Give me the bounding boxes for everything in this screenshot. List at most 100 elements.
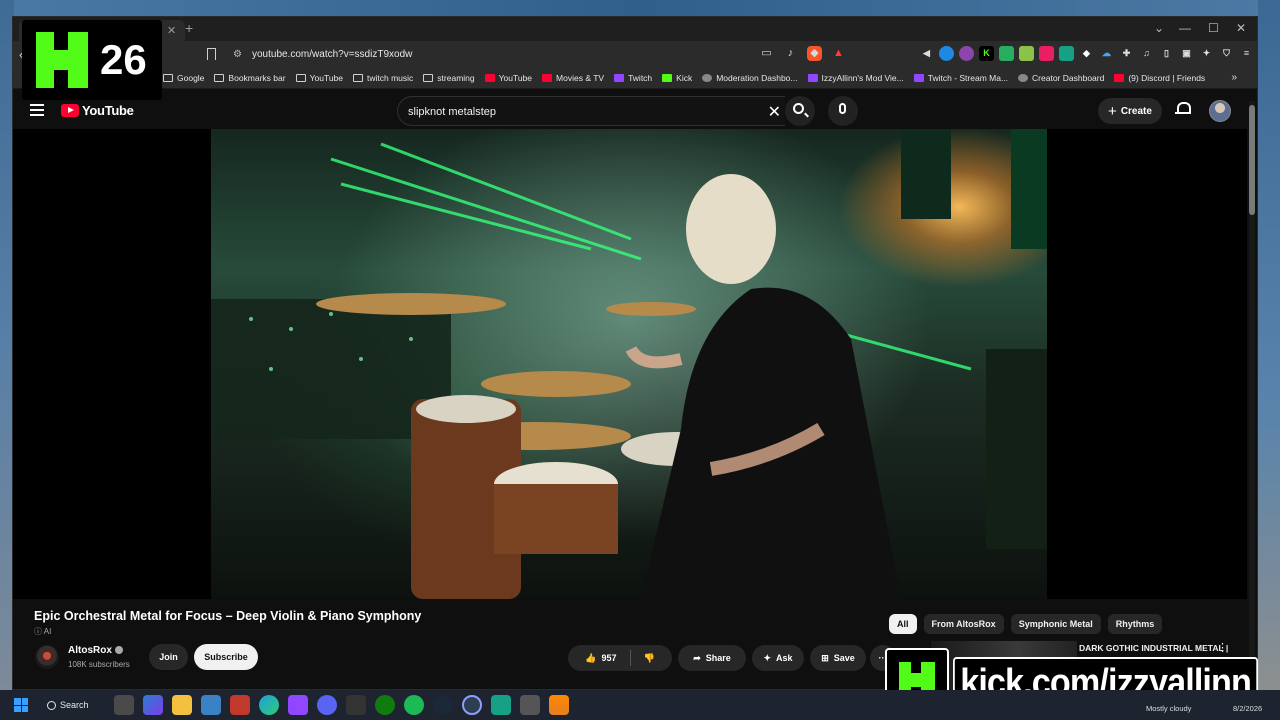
vlc-icon[interactable] bbox=[549, 695, 569, 715]
extension-pink-icon[interactable] bbox=[1039, 46, 1054, 61]
kick-extension-icon[interactable]: K bbox=[979, 46, 994, 61]
voice-search-button[interactable] bbox=[828, 96, 858, 126]
install-app-icon[interactable]: ▭ bbox=[759, 46, 774, 61]
notifications-bell-icon[interactable] bbox=[1175, 101, 1191, 115]
bookmark-item[interactable]: YouTube bbox=[484, 73, 532, 83]
site-info-icon[interactable]: ⚙ bbox=[233, 49, 242, 60]
obs-icon[interactable] bbox=[230, 695, 250, 715]
widgets-icon[interactable] bbox=[143, 695, 163, 715]
spotify-icon[interactable] bbox=[404, 695, 424, 715]
file-explorer-icon[interactable] bbox=[172, 695, 192, 715]
channel-name[interactable]: AltosRox bbox=[68, 645, 123, 656]
new-tab-icon[interactable]: + bbox=[185, 20, 193, 36]
create-button[interactable]: + Create bbox=[1098, 98, 1162, 124]
store-icon[interactable] bbox=[201, 695, 221, 715]
brave-shield-icon[interactable]: ◆ bbox=[807, 46, 822, 61]
taskbar-search[interactable]: Search bbox=[47, 697, 89, 713]
browser-titlebar: ✕ + ⌄ — ☐ ✕ bbox=[13, 17, 1257, 41]
weather-status[interactable]: Mostly cloudy bbox=[1146, 704, 1191, 713]
like-icon[interactable]: 👍 bbox=[585, 653, 596, 664]
menu-icon[interactable]: ≡ bbox=[1239, 46, 1254, 61]
extension-green-icon[interactable] bbox=[999, 46, 1014, 61]
bookmark-item[interactable]: YouTube bbox=[295, 73, 343, 83]
bookmark-item[interactable]: streaming bbox=[423, 73, 475, 83]
media-icon[interactable]: ♪ bbox=[783, 46, 798, 61]
video-title: Epic Orchestral Metal for Focus – Deep V… bbox=[34, 609, 422, 623]
scrollbar-thumb[interactable] bbox=[1249, 105, 1255, 215]
taskbar-date[interactable]: 8/2/2026 bbox=[1233, 704, 1262, 713]
bookmark-item[interactable]: twitch music bbox=[353, 73, 413, 83]
twitch-icon bbox=[913, 74, 924, 82]
close-window-icon[interactable]: ✕ bbox=[1236, 21, 1246, 35]
xbox-icon[interactable] bbox=[375, 695, 395, 715]
youtube-logo[interactable]: YouTube bbox=[61, 103, 134, 118]
like-count[interactable]: 957 bbox=[601, 653, 616, 663]
share-button[interactable]: ➦ Share bbox=[678, 645, 746, 671]
subscribe-button[interactable]: Subscribe bbox=[194, 644, 258, 670]
brave-rewards-icon[interactable]: ▲ bbox=[831, 46, 846, 61]
bookmark-item[interactable]: (9) Discord | Friends bbox=[1114, 73, 1205, 83]
address-bar[interactable]: youtube.com/watch?v=ssdizT9xodw bbox=[252, 49, 412, 60]
task-view-icon[interactable] bbox=[114, 695, 134, 715]
bookmark-item[interactable]: Twitch - Stream Ma... bbox=[913, 73, 1008, 83]
extension-purple-icon[interactable] bbox=[959, 46, 974, 61]
extension-cloud-icon[interactable]: ☁ bbox=[1099, 46, 1114, 61]
edge-icon[interactable] bbox=[259, 695, 279, 715]
more-bookmarks-icon[interactable]: » bbox=[1231, 72, 1237, 83]
bookmark-item[interactable]: Movies & TV bbox=[542, 73, 604, 83]
puzzle-icon[interactable]: ✚ bbox=[1119, 46, 1134, 61]
bookmark-item[interactable]: Bookmarks bar bbox=[214, 73, 286, 83]
join-button[interactable]: Join bbox=[149, 644, 188, 670]
filter-chip[interactable]: All bbox=[889, 614, 917, 634]
bookmark-item[interactable]: Kick bbox=[662, 73, 692, 83]
music-queue-icon[interactable]: ♫ bbox=[1139, 46, 1154, 61]
dislike-icon[interactable]: 👎 bbox=[644, 653, 655, 664]
discord-icon[interactable] bbox=[317, 695, 337, 715]
clear-search-icon[interactable]: ✕ bbox=[768, 102, 781, 122]
twitch-app-icon[interactable] bbox=[288, 695, 308, 715]
windows-start-icon[interactable] bbox=[14, 698, 28, 712]
vpn-icon[interactable]: ⛉ bbox=[1219, 46, 1234, 61]
tab-close-icon[interactable]: ✕ bbox=[167, 24, 176, 37]
leo-icon[interactable]: ✦ bbox=[1199, 46, 1214, 61]
like-dislike-group: 👍 957 👎 bbox=[568, 645, 672, 671]
bookmark-label: IzzyAllinn's Mod Vie... bbox=[821, 73, 904, 83]
extension-blue-icon[interactable] bbox=[939, 46, 954, 61]
bookmark-icon[interactable] bbox=[207, 48, 216, 60]
search-input[interactable]: slipknot metalstep ✕ bbox=[397, 96, 785, 126]
app-ring-icon[interactable] bbox=[462, 695, 482, 715]
extension-diamond-icon[interactable]: ◆ bbox=[1079, 46, 1094, 61]
filter-chip[interactable]: Rhythms bbox=[1107, 614, 1163, 634]
extension-teal-icon[interactable] bbox=[1059, 46, 1074, 61]
bookmark-item[interactable]: Google bbox=[163, 73, 204, 83]
account-avatar[interactable] bbox=[1209, 100, 1231, 122]
bookmark-item[interactable]: Creator Dashboard bbox=[1018, 73, 1104, 83]
hamburger-menu-icon[interactable] bbox=[30, 104, 44, 116]
channel-avatar[interactable] bbox=[35, 645, 59, 669]
search-button[interactable] bbox=[785, 96, 815, 126]
bookmark-item[interactable]: Moderation Dashbo... bbox=[702, 73, 798, 83]
ask-button[interactable]: ✦ Ask bbox=[752, 645, 804, 671]
video-player[interactable] bbox=[13, 129, 1247, 599]
audio-app-icon[interactable] bbox=[346, 695, 366, 715]
tab-search-icon[interactable]: ⌄ bbox=[1154, 21, 1164, 35]
extension-lime-icon[interactable] bbox=[1019, 46, 1034, 61]
filter-chip[interactable]: From AltosRox bbox=[923, 614, 1004, 634]
save-button[interactable]: ⊞ Save bbox=[810, 645, 866, 671]
maximize-icon[interactable]: ☐ bbox=[1208, 21, 1219, 35]
wallet-icon[interactable]: ▣ bbox=[1179, 46, 1194, 61]
bookmark-item[interactable]: Twitch bbox=[614, 73, 652, 83]
steam-icon[interactable] bbox=[433, 695, 453, 715]
filter-chip[interactable]: Symphonic Metal bbox=[1010, 614, 1101, 634]
share-label: Share bbox=[705, 653, 731, 663]
volume-icon[interactable]: ◀ bbox=[919, 46, 934, 61]
page-scrollbar[interactable] bbox=[1249, 101, 1255, 685]
app-green-icon[interactable] bbox=[491, 695, 511, 715]
bookmark-item[interactable]: IzzyAllinn's Mod Vie... bbox=[807, 73, 904, 83]
minimize-icon[interactable]: — bbox=[1179, 21, 1191, 35]
like-divider bbox=[629, 650, 631, 666]
bookmark-folder-icon bbox=[163, 74, 173, 82]
sidebar-icon[interactable]: ▯ bbox=[1159, 46, 1174, 61]
app-grey-icon[interactable] bbox=[520, 695, 540, 715]
address-bar-icons: ▭ ♪ ◆ ▲ bbox=[759, 46, 846, 61]
